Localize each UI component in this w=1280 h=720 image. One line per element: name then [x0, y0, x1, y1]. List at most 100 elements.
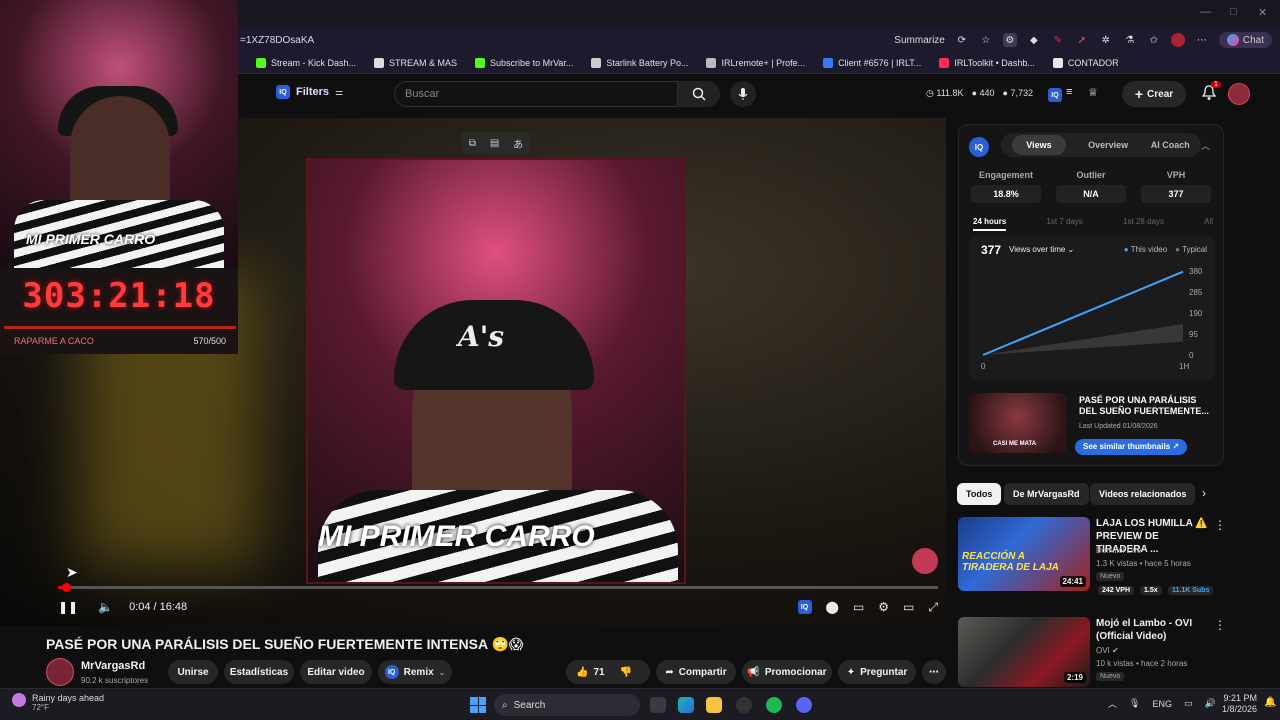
weather-widget[interactable]: Rainy days ahead 72°F	[32, 693, 104, 712]
transcript-icon[interactable]: ▤	[490, 138, 499, 149]
volume-icon[interactable]: 🔈	[98, 600, 113, 614]
rec-title-2[interactable]: Mojó el Lambo - OVI (Official Video)	[1096, 617, 1212, 643]
tab-ai-coach[interactable]: AI Coach	[1151, 140, 1190, 150]
clock[interactable]: 9:21 PM 1/8/2026	[1222, 693, 1257, 715]
channel-avatar[interactable]	[46, 658, 74, 686]
range-28d[interactable]: 1st 28 days	[1123, 217, 1164, 231]
chip-related[interactable]: Videos relacionados	[1090, 483, 1196, 505]
edge-icon[interactable]	[678, 697, 694, 713]
join-button[interactable]: Unirse	[168, 660, 218, 684]
task-view-icon[interactable]	[650, 697, 666, 713]
autoplay-toggle[interactable]: ⬤	[826, 600, 839, 614]
lab-icon[interactable]: ⚗	[1123, 33, 1137, 47]
translate-icon[interactable]: あ	[513, 136, 523, 151]
minimize-icon[interactable]: —	[1200, 6, 1211, 18]
more-menu-icon[interactable]: ⋯	[1195, 33, 1209, 47]
bookmark-item[interactable]: Client #6576 | IRLT...	[823, 57, 921, 68]
stats-button[interactable]: Estadísticas	[224, 660, 294, 684]
translate-icon[interactable]: ⟳	[955, 33, 969, 47]
extension-icon[interactable]: ⚙	[1002, 33, 1017, 47]
dislike-button[interactable]: 👎	[620, 667, 632, 678]
diamond-icon[interactable]: ◆	[1027, 33, 1041, 47]
discord-icon[interactable]	[796, 697, 812, 713]
filters-button[interactable]: IQ Filters ⚌	[276, 85, 343, 99]
chip-channel[interactable]: De MrVargasRd	[1004, 483, 1089, 505]
copilot-button[interactable]: Chat	[1218, 32, 1272, 48]
create-button[interactable]: + Crear	[1122, 81, 1186, 107]
promote-button[interactable]: 📢 Promocionar	[742, 660, 832, 684]
url-text[interactable]: =1XZ78DOsaKA	[240, 35, 314, 46]
pause-button[interactable]: ❚❚	[58, 600, 78, 614]
range-24h[interactable]: 24 hours	[973, 217, 1007, 231]
range-7d[interactable]: 1st 7 days	[1046, 217, 1082, 231]
account-avatar[interactable]	[1228, 83, 1250, 105]
network-icon[interactable]: ▭	[1184, 698, 1193, 709]
favorite-star-icon[interactable]: ☆	[979, 33, 993, 47]
voice-search-button[interactable]	[730, 81, 756, 107]
ask-button[interactable]: ✦ Preguntar	[838, 660, 916, 684]
tab-views[interactable]: Views	[1012, 135, 1066, 155]
bookmark-item[interactable]: Stream - Kick Dash...	[256, 57, 356, 68]
rocket-icon[interactable]: ➚	[1075, 33, 1089, 47]
more-actions-button[interactable]: ⋯	[922, 660, 946, 684]
similar-thumbnails-button[interactable]: See similar thumbnails ↗	[1075, 439, 1188, 455]
theater-mode-icon[interactable]: ▭	[903, 600, 914, 614]
search-button[interactable]	[678, 81, 720, 107]
rec-thumbnail-1[interactable]: REACCIÓN A TIRADERA DE LAJA 24:41	[958, 517, 1090, 591]
weather-icon[interactable]	[12, 693, 26, 707]
fullscreen-icon[interactable]: ⤢	[928, 600, 938, 615]
profile-icon[interactable]	[1170, 33, 1185, 47]
language-indicator[interactable]: ENG	[1152, 699, 1172, 709]
subtitles-icon[interactable]: ▭	[853, 600, 864, 614]
taskbar-search[interactable]: ⌕ Search	[494, 694, 640, 716]
remix-button[interactable]: IQ Remix ⌄	[378, 660, 452, 684]
thumbnail-preview[interactable]: CASI ME MATA	[969, 393, 1067, 453]
channel-name[interactable]: MrVargasRd	[81, 660, 145, 672]
volume-tray-icon[interactable]: 🔊	[1204, 698, 1215, 709]
like-button[interactable]: 👍	[576, 667, 588, 678]
chip-todos[interactable]: Todos	[957, 483, 1002, 505]
edit-video-button[interactable]: Editar video	[300, 660, 372, 684]
close-icon[interactable]: ✕	[1258, 6, 1267, 19]
rec-menu-icon-1[interactable]: ⋮	[1214, 518, 1226, 532]
vidiq-player-icon[interactable]: IQ	[797, 600, 812, 614]
chevron-right-icon[interactable]: ›	[1202, 486, 1206, 500]
bookmark-item[interactable]: STREAM & MAS	[374, 57, 457, 68]
rec-channel-2[interactable]: OVI ✔	[1096, 646, 1119, 655]
maximize-icon[interactable]: □	[1230, 6, 1237, 18]
pen-icon[interactable]: ✎	[1051, 33, 1065, 47]
bookmark-item[interactable]: IRLToolkit • Dashb...	[939, 57, 1035, 68]
rec-thumbnail-2[interactable]: 2:19	[958, 617, 1090, 687]
notification-bell-icon[interactable]: 🔔	[1264, 697, 1276, 708]
progress-scrubber[interactable]	[61, 583, 71, 592]
bookmark-item[interactable]: IRLremote+ | Profe...	[706, 57, 805, 68]
obs-icon[interactable]	[736, 697, 752, 713]
progress-bar[interactable]	[58, 583, 938, 592]
address-bar[interactable]: =1XZ78DOsaKA Summarize ⟳ ☆ ⚙ ◆ ✎ ➚ ✲ ⚗ ✩…	[236, 28, 1280, 52]
list-icon[interactable]: ≡	[1066, 86, 1072, 98]
summarize-button[interactable]: Summarize	[894, 35, 945, 46]
bookmark-item[interactable]: Starlink Battery Po...	[591, 57, 688, 68]
rec-channel-1[interactable]: Domiilol Live	[1096, 546, 1141, 555]
channel-watermark[interactable]	[912, 548, 938, 574]
spotify-icon[interactable]	[766, 697, 782, 713]
bookmark-item[interactable]: Subscribe to MrVar...	[475, 57, 573, 68]
bookmark-item[interactable]: CONTADOR	[1052, 57, 1119, 68]
trophy-icon[interactable]: ♕	[1088, 86, 1098, 99]
puzzle-icon[interactable]: ✲	[1099, 33, 1113, 47]
search-input[interactable]: Buscar	[394, 81, 678, 107]
collapse-chevron-icon[interactable]: ︿	[1201, 139, 1210, 152]
rec-menu-icon-2[interactable]: ⋮	[1214, 618, 1226, 632]
notifications-button[interactable]: 1	[1201, 81, 1221, 106]
tray-chevron-icon[interactable]: ︿	[1108, 697, 1117, 710]
mic-tray-icon[interactable]: 🎙	[1129, 698, 1140, 709]
vidiq-menu-icon[interactable]: IQ	[1048, 88, 1062, 102]
favorites-icon[interactable]: ✩	[1147, 33, 1161, 47]
screenshot-icon[interactable]: ⧉	[469, 138, 476, 149]
share-button[interactable]: ➦ Compartir	[656, 660, 736, 684]
file-explorer-icon[interactable]	[706, 697, 722, 713]
start-button[interactable]	[470, 697, 486, 713]
settings-gear-icon[interactable]: ⚙	[878, 600, 889, 614]
tab-overview[interactable]: Overview	[1088, 140, 1128, 150]
range-all[interactable]: All	[1204, 217, 1213, 231]
